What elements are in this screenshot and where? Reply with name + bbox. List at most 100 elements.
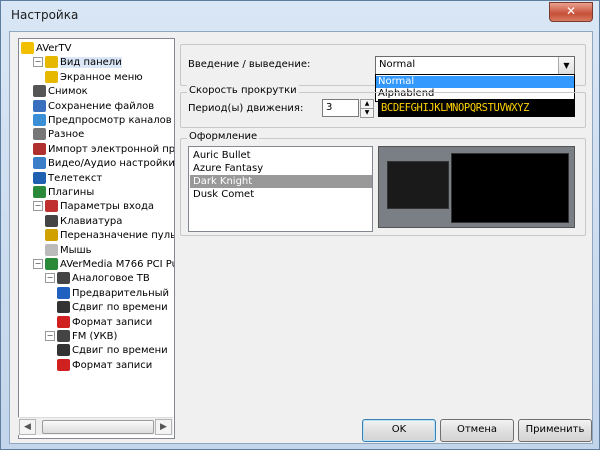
tree-item-label: Сдвиг по времени xyxy=(72,302,168,314)
settings-window: Настройка ✕ AVerTV − Вид панели Экранное ме… xyxy=(0,0,600,450)
tree-item-label: Мышь xyxy=(60,244,92,256)
tree-item-label: Предварительный xyxy=(72,287,169,299)
skin-item-dusk-comet[interactable]: Dusk Comet xyxy=(190,188,372,201)
tree-item[interactable]: Телетекст xyxy=(33,171,103,186)
tree-item[interactable]: − Аналоговое ТВ xyxy=(45,272,150,286)
misc-icon xyxy=(33,128,46,141)
transition-selected-value: Normal xyxy=(379,59,416,70)
teletext-icon xyxy=(33,171,46,184)
analog-tv-icon xyxy=(57,272,70,285)
skins-list[interactable]: Auric Bullet Azure Fantasy Dark Knight D… xyxy=(188,146,373,232)
import-icon xyxy=(33,142,46,155)
skin-preview-image xyxy=(378,146,575,228)
tree-item[interactable]: Плагины xyxy=(33,186,94,200)
tree-item[interactable]: Формат записи xyxy=(57,358,153,373)
close-button[interactable]: ✕ xyxy=(549,2,593,22)
skin-item-auric-bullet[interactable]: Auric Bullet xyxy=(190,149,372,162)
tuner-card-icon xyxy=(45,258,58,270)
tree-item-label: Телетекст xyxy=(48,172,103,184)
scrollbar-thumb[interactable] xyxy=(42,420,154,434)
input-icon xyxy=(45,200,58,213)
tree-item-label: Формат записи xyxy=(72,316,153,328)
skin-item-dark-knight[interactable]: Dark Knight xyxy=(190,175,372,188)
skins-title: Оформление xyxy=(187,131,260,142)
settings-tree[interactable]: AVerTV − Вид панели Экранное меню Снимок Сохр… xyxy=(18,38,175,439)
tree-item-label: Предпросмотр каналов xyxy=(48,115,172,126)
eye-icon xyxy=(33,114,46,126)
keyboard-icon xyxy=(45,214,58,227)
chevron-down-icon[interactable]: ▼ xyxy=(558,57,574,74)
ticker-preview: BCDEFGHIJKLMNOPQRSTUVWXYZ xyxy=(378,99,575,117)
skin-preview-video xyxy=(451,153,569,223)
save-files-icon xyxy=(33,99,46,112)
apply-button[interactable]: Применить xyxy=(518,419,592,442)
record-icon xyxy=(57,315,70,328)
tree-item[interactable]: − Вид панели xyxy=(33,56,122,70)
tree-item-label: Снимок xyxy=(48,86,88,98)
collapse-toggle-icon[interactable]: − xyxy=(33,201,43,212)
scroll-period-value[interactable]: 3 xyxy=(322,99,359,117)
tree-item-label: AVerMedia M766 PCI Pure A xyxy=(60,259,174,270)
tree-item-label: Экранное меню xyxy=(60,71,143,83)
tree-item[interactable]: Импорт электронной прог xyxy=(33,142,175,157)
tree-item[interactable]: Клавиатура xyxy=(45,214,123,229)
plugin-icon xyxy=(33,186,46,198)
remote-icon xyxy=(45,229,58,242)
tree-item-label: Переназначение пульт xyxy=(60,230,175,242)
tree-horizontal-scrollbar[interactable]: ◀ ▶ xyxy=(18,417,173,435)
tree-item[interactable]: Разное xyxy=(33,128,84,142)
window-title: Настройка xyxy=(11,8,79,22)
tree-item[interactable]: Переназначение пульт xyxy=(45,229,175,243)
collapse-toggle-icon[interactable]: − xyxy=(33,259,43,269)
tree-item[interactable]: − AVerMedia M766 PCI Pure A xyxy=(33,258,174,272)
record-icon xyxy=(57,358,70,371)
tree-item[interactable]: Сдвиг по времени xyxy=(57,301,168,315)
mouse-icon xyxy=(45,243,58,256)
dialog-client: AVerTV − Вид панели Экранное меню Снимок Сохр… xyxy=(9,31,593,444)
tree-item[interactable]: Формат записи xyxy=(57,315,153,330)
tree-item[interactable]: Видео/Аудио настройки xyxy=(33,157,175,171)
tree-item-label: Импорт электронной прог xyxy=(48,143,175,155)
tree-item[interactable]: − FM (УКВ) xyxy=(45,330,117,344)
tree-item[interactable]: Снимок xyxy=(33,85,88,99)
scroll-right-icon[interactable]: ▶ xyxy=(155,419,172,435)
tree-item-label: Плагины xyxy=(48,187,95,198)
tree-item[interactable]: Сдвиг по времени xyxy=(57,344,168,358)
collapse-toggle-icon[interactable]: − xyxy=(33,57,43,68)
tree-item[interactable]: Предварительный xyxy=(57,286,169,301)
tree-item[interactable]: − Параметры входа xyxy=(33,200,154,214)
tree-item-label: AVerTV xyxy=(36,43,72,54)
transition-label: Введение / выведение: xyxy=(188,59,311,70)
tree-item-label: FM (УКВ) xyxy=(72,331,118,342)
tree-item[interactable]: Мышь xyxy=(45,243,92,258)
skin-item-azure-fantasy[interactable]: Azure Fantasy xyxy=(190,162,372,175)
cancel-button[interactable]: Отмена xyxy=(440,419,514,442)
collapse-toggle-icon[interactable]: − xyxy=(45,273,55,284)
timeshift-icon xyxy=(57,301,70,314)
tree-item-label: Параметры входа xyxy=(60,201,155,213)
tree-item[interactable]: AVerTV xyxy=(21,42,71,56)
collapse-toggle-icon[interactable]: − xyxy=(45,331,55,341)
tree-item-label: Сдвиг по времени xyxy=(72,345,168,357)
fm-radio-icon xyxy=(57,330,70,342)
scroll-period-label: Период(ы) движения: xyxy=(188,103,304,114)
ok-button[interactable]: OK xyxy=(362,419,436,442)
spin-down-icon[interactable]: ▼ xyxy=(360,108,374,118)
tree-item[interactable]: Экранное меню xyxy=(45,70,143,85)
tree-item[interactable]: Предпросмотр каналов xyxy=(33,114,172,128)
tree-item[interactable]: Сохранение файлов xyxy=(33,99,155,114)
tree-item-label: Сохранение файлов xyxy=(48,100,155,112)
transition-option-normal[interactable]: Normal xyxy=(376,76,574,88)
transition-select[interactable]: Normal ▼ xyxy=(375,56,575,75)
scroll-period-spinner[interactable]: 3 ▲ ▼ xyxy=(322,99,374,118)
scroll-left-icon[interactable]: ◀ xyxy=(19,419,36,435)
tree-item-label: Вид панели xyxy=(60,57,122,69)
timeshift-icon xyxy=(57,344,70,357)
tree-item-label: Видео/Аудио настройки xyxy=(48,158,175,170)
tree-item-label: Клавиатура xyxy=(60,215,123,227)
title-bar[interactable]: Настройка ✕ xyxy=(1,1,599,31)
wrench-icon xyxy=(33,157,46,170)
scroll-speed-title: Скорость прокрутки xyxy=(187,85,299,96)
tree-item-label: Формат записи xyxy=(72,359,153,371)
osd-icon xyxy=(45,70,58,83)
